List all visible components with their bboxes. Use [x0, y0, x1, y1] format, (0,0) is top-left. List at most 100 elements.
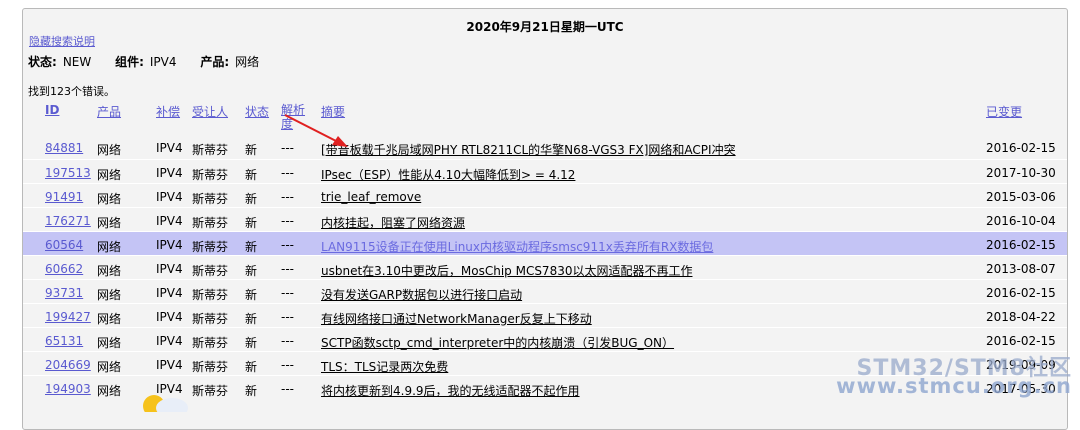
summary-link[interactable]: usbnet在3.10中更改后，MosChip MCS7830以太网适配器不再工… [321, 262, 692, 279]
summary-link[interactable]: 内核挂起，阻塞了网络资源 [321, 214, 465, 231]
resolution-cell: --- [281, 310, 294, 324]
summary-link[interactable]: trie_leaf_remove [321, 190, 421, 204]
assignee-cell: 斯蒂芬 [192, 216, 229, 230]
assignee-cell: 斯蒂芬 [192, 168, 229, 182]
component-cell: IPV4 [156, 214, 183, 228]
status-cell: 新 [245, 240, 258, 254]
component-cell: IPV4 [156, 166, 183, 180]
assignee-cell: 斯蒂芬 [192, 360, 229, 374]
bug-id-link[interactable]: 176271 [45, 214, 91, 228]
hide-search-instructions-link[interactable]: 隐藏搜索说明 [29, 33, 95, 49]
product-cell: 网络 [97, 312, 122, 326]
changed-date-cell: 2016-02-15 [986, 286, 1056, 300]
assignee-cell: 斯蒂芬 [192, 240, 229, 254]
component-cell: IPV4 [156, 190, 183, 204]
assignee-cell: 斯蒂芬 [192, 264, 229, 278]
resolution-cell: --- [281, 238, 294, 252]
red-arrow-icon [284, 114, 348, 147]
status-cell: 新 [245, 288, 258, 302]
bug-id-link[interactable]: 197513 [45, 166, 91, 180]
bug-id-link[interactable]: 60662 [45, 262, 83, 276]
bug-id-link[interactable]: 91491 [45, 190, 83, 204]
status-cell: 新 [245, 336, 258, 350]
resolution-cell: --- [281, 166, 294, 180]
watermark-line2: www.stmcu.org.cn [836, 374, 1072, 398]
assignee-cell: 斯蒂芬 [192, 384, 229, 398]
status-cell: 新 [245, 168, 258, 182]
table-row[interactable]: 65131 网络 IPV4 斯蒂芬 新 --- SCTP函数sctp_cmd_interpr… [23, 327, 1067, 352]
column-header-comp[interactable]: 补偿 [156, 103, 180, 120]
table-row[interactable]: 197513 网络 IPV4 斯蒂芬 新 --- IPsec（ESP）性能从4.10大幅降低… [23, 159, 1067, 184]
component-label: 组件: [115, 55, 144, 69]
table-row[interactable]: 91491 网络 IPV4 斯蒂芬 新 --- trie_leaf_remove 2015-0… [23, 183, 1067, 208]
component-cell: IPV4 [156, 141, 183, 155]
table-row[interactable]: 176271 网络 IPV4 斯蒂芬 新 --- 内核挂起，阻塞了网络资源 2016-10-0… [23, 207, 1067, 232]
component-cell: IPV4 [156, 310, 183, 324]
resolution-cell: --- [281, 334, 294, 348]
product-cell: 网络 [97, 143, 122, 157]
component-cell: IPV4 [156, 334, 183, 348]
assignee-cell: 斯蒂芬 [192, 143, 229, 157]
changed-date-cell: 2016-02-15 [986, 141, 1056, 155]
column-header-assignee[interactable]: 受让人 [192, 103, 228, 120]
table-row[interactable]: 93731 网络 IPV4 斯蒂芬 新 --- 没有发送GARP数据包以进行接口启动 2016… [23, 279, 1067, 304]
page-title: 2020年9月21日星期一UTC [466, 20, 624, 34]
weather-sun-cloud-icon [143, 395, 188, 412]
product-value: 网络 [235, 55, 260, 69]
search-criteria: 状态: NEW 组件: IPV4 产品: 网络 [28, 53, 279, 70]
assignee-cell: 斯蒂芬 [192, 312, 229, 326]
component-cell: IPV4 [156, 262, 183, 276]
bug-id-link[interactable]: 194903 [45, 382, 91, 396]
changed-date-cell: 2016-02-15 [986, 334, 1056, 348]
summary-link[interactable]: IPsec（ESP）性能从4.10大幅降低到> = 4.12 [321, 166, 575, 183]
status-cell: 新 [245, 143, 258, 157]
changed-date-cell: 2016-10-04 [986, 214, 1056, 228]
product-cell: 网络 [97, 288, 122, 302]
resolution-cell: --- [281, 190, 294, 204]
bug-id-link[interactable]: 93731 [45, 286, 83, 300]
product-cell: 网络 [97, 336, 122, 350]
status-cell: 新 [245, 312, 258, 326]
changed-date-cell: 2017-10-30 [986, 166, 1056, 180]
bug-id-link[interactable]: 204669 [45, 358, 91, 372]
resolution-cell: --- [281, 286, 294, 300]
bug-id-link[interactable]: 84881 [45, 141, 83, 155]
table-row[interactable]: 199427 网络 IPV4 斯蒂芬 新 --- 有线网络接口通过NetworkManage… [23, 303, 1067, 328]
bug-id-link[interactable]: 199427 [45, 310, 91, 324]
summary-link[interactable]: TLS：TLS记录两次免费 [321, 358, 448, 375]
result-count: 找到123个错误。 [28, 85, 115, 98]
status-cell: 新 [245, 384, 258, 398]
product-cell: 网络 [97, 192, 122, 206]
table-row[interactable]: 84881 网络 IPV4 斯蒂芬新 --- [带音板载千兆局域网PHY RTL8211C… [23, 135, 1067, 159]
status-cell: 新 [245, 216, 258, 230]
column-header-product[interactable]: 产品 [97, 103, 121, 120]
summary-link[interactable]: 没有发送GARP数据包以进行接口启动 [321, 286, 522, 303]
product-cell: 网络 [97, 216, 122, 230]
product-cell: 网络 [97, 240, 122, 254]
summary-link[interactable]: SCTP函数sctp_cmd_interpreter中的内核崩溃（引发BUG_O… [321, 334, 674, 351]
table-row[interactable]: 60662 网络 IPV4 斯蒂芬 新 --- usbnet在3.10中更改后，MosChi… [23, 255, 1067, 280]
column-header-id[interactable]: ID [45, 103, 59, 117]
bug-id-link[interactable]: 60564 [45, 238, 83, 252]
resolution-cell: --- [281, 382, 294, 396]
summary-link[interactable]: 将内核更新到4.9.9后，我的无线适配器不起作用 [321, 382, 580, 399]
changed-date-cell: 2016-02-15 [986, 238, 1056, 252]
assignee-cell: 斯蒂芬 [192, 336, 229, 350]
assignee-cell: 斯蒂芬 [192, 192, 229, 206]
summary-link[interactable]: 有线网络接口通过NetworkManager反复上下移动 [321, 310, 592, 327]
bug-id-link[interactable]: 65131 [45, 334, 83, 348]
status-label: 状态: [28, 55, 57, 69]
status-cell: 新 [245, 360, 258, 374]
column-header-status[interactable]: 状态 [245, 103, 269, 120]
resolution-cell: --- [281, 358, 294, 372]
product-cell: 网络 [97, 264, 122, 278]
table-row[interactable]: 60564 网络 IPV4 斯蒂芬 新 --- LAN9115设备正在使用Linux内核驱动… [23, 231, 1067, 256]
column-header-changed[interactable]: 已变更 [986, 103, 1022, 120]
summary-link[interactable]: [带音板载千兆局域网PHY RTL8211CL的华擎N68-VGS3 FX]网络… [321, 141, 736, 158]
product-cell: 网络 [97, 360, 122, 374]
status-value: NEW [62, 55, 92, 69]
summary-link[interactable]: LAN9115设备正在使用Linux内核驱动程序smsc911x丢弃所有RX数据… [321, 238, 713, 255]
component-cell: IPV4 [156, 286, 183, 300]
assignee-cell: 斯蒂芬 [192, 288, 229, 302]
component-cell: IPV4 [156, 358, 183, 372]
